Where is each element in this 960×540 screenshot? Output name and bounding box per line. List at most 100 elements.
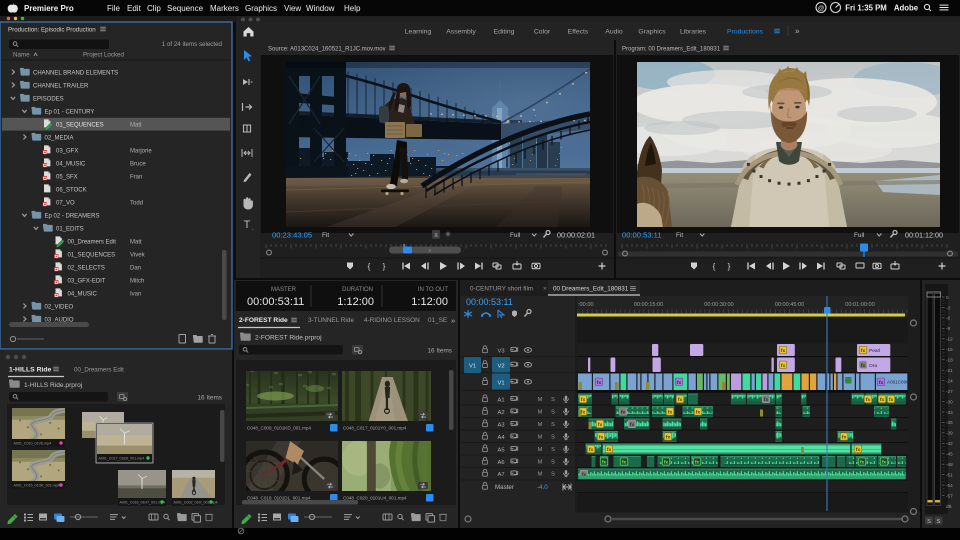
svg-text:Color: Color xyxy=(534,29,551,36)
svg-text:-4.0: -4.0 xyxy=(537,484,548,491)
svg-text:A001_C017_01EK_001.mp4: A001_C017_01EK_001.mp4 xyxy=(99,457,145,461)
svg-text:MASTER: MASTER xyxy=(271,287,297,293)
svg-text:Effects: Effects xyxy=(568,29,589,36)
svg-text:Ora: Ora xyxy=(869,363,877,369)
svg-text:Libraries: Libraries xyxy=(680,29,707,36)
svg-text:S: S xyxy=(551,410,555,416)
svg-text:A001_C010_01VE.mp4: A001_C010_01VE.mp4 xyxy=(14,442,52,446)
svg-text:C048_C020_0101U4_001.mp4: C048_C020_0101U4_001.mp4 xyxy=(343,496,407,501)
svg-text:Premiere Pro: Premiere Pro xyxy=(24,4,74,13)
svg-text:EPISODES: EPISODES xyxy=(33,96,64,102)
svg-text:3-TUNNEL Ride: 3-TUNNEL Ride xyxy=(308,317,354,324)
svg-text:06_STOCK: 06_STOCK xyxy=(56,187,87,193)
svg-text:S: S xyxy=(551,472,555,478)
svg-text:-45: -45 xyxy=(946,452,953,457)
svg-text:Bruce: Bruce xyxy=(130,161,146,167)
svg-text:{: { xyxy=(713,262,716,271)
svg-text:-51: -51 xyxy=(946,472,953,477)
svg-text:S: S xyxy=(551,435,555,441)
svg-text:-48: -48 xyxy=(946,462,953,467)
svg-text:M: M xyxy=(538,422,543,428)
svg-text:-21: -21 xyxy=(946,368,953,373)
svg-text:Ivan: Ivan xyxy=(130,291,141,297)
svg-text:S: S xyxy=(551,460,555,466)
svg-text:V1: V1 xyxy=(497,380,504,386)
svg-text:Vivek: Vivek xyxy=(130,252,146,258)
svg-text:1-HILLS Ride: 1-HILLS Ride xyxy=(9,367,52,374)
svg-text:Assembly: Assembly xyxy=(446,29,476,36)
svg-text:Program: 00 Dreamers_Edit_1808: Program: 00 Dreamers_Edit_180831 xyxy=(622,47,721,53)
svg-text:fx: fx xyxy=(866,397,871,403)
svg-text:fx: fx xyxy=(781,363,786,369)
svg-text:CHANNEL TRAILER: CHANNEL TRAILER xyxy=(33,83,89,89)
svg-text:-42: -42 xyxy=(946,441,953,446)
svg-text:Fran: Fran xyxy=(130,174,142,180)
svg-text:00:01:12:00: 00:01:12:00 xyxy=(905,231,943,240)
svg-text:fx: fx xyxy=(621,410,626,416)
svg-text:M: M xyxy=(538,460,543,466)
svg-text:Todd: Todd xyxy=(130,200,143,206)
svg-text:fx: fx xyxy=(607,447,612,453)
svg-text:07_VO: 07_VO xyxy=(56,200,75,206)
svg-text:00_Dreamers Edit: 00_Dreamers Edit xyxy=(74,367,124,374)
svg-text:01_SEQUENCES: 01_SEQUENCES xyxy=(68,252,116,258)
svg-text:M: M xyxy=(538,397,543,403)
svg-text:{: { xyxy=(368,262,371,271)
svg-text:fx: fx xyxy=(622,460,627,465)
svg-text:03_GFX: 03_GFX xyxy=(56,148,78,154)
svg-text:A1: A1 xyxy=(497,398,504,404)
svg-text:fx: fx xyxy=(599,435,604,441)
svg-text:Help: Help xyxy=(344,4,361,13)
svg-text:CHANNEL BRAND ELEMENTS: CHANNEL BRAND ELEMENTS xyxy=(33,70,118,76)
svg-text:M: M xyxy=(538,472,543,478)
svg-text:1 of 24 items selected: 1 of 24 items selected xyxy=(162,41,223,48)
svg-text:fx: fx xyxy=(664,460,669,465)
svg-text:A4: A4 xyxy=(497,435,505,441)
svg-text:-36: -36 xyxy=(946,420,953,425)
svg-text:0-CENTURY short film: 0-CENTURY short film xyxy=(470,286,533,293)
svg-text:Graphics: Graphics xyxy=(245,4,277,13)
svg-text:Fri 1:35 PM: Fri 1:35 PM xyxy=(845,4,887,13)
svg-text:M: M xyxy=(538,447,543,453)
svg-text:Clip: Clip xyxy=(147,4,161,13)
svg-text:fx: fx xyxy=(889,397,894,403)
svg-text:04_MUSIC: 04_MUSIC xyxy=(68,291,98,297)
svg-text:V1: V1 xyxy=(469,364,476,370)
svg-text:fx: fx xyxy=(668,410,673,416)
svg-text:-39: -39 xyxy=(946,431,953,436)
svg-text:Full: Full xyxy=(510,232,520,239)
svg-text:-9: -9 xyxy=(946,326,951,331)
svg-text:Production: Episodic Productio: Production: Episodic Production xyxy=(8,27,96,34)
svg-text:fx: fx xyxy=(695,460,700,465)
svg-text:@: @ xyxy=(818,5,825,12)
svg-text:1-HILLS Ride.prproj: 1-HILLS Ride.prproj xyxy=(24,382,83,389)
svg-text:≡: ≡ xyxy=(429,249,432,255)
svg-text:-33: -33 xyxy=(946,410,953,415)
svg-text:fx: fx xyxy=(861,363,866,369)
svg-text:16 Items: 16 Items xyxy=(427,348,452,355)
svg-text:Ep 01 - CENTURY: Ep 01 - CENTURY xyxy=(45,109,95,115)
svg-text:00:00:53:11: 00:00:53:11 xyxy=(622,231,662,240)
svg-text:fx: fx xyxy=(597,380,602,386)
svg-text:04_MUSIC: 04_MUSIC xyxy=(56,161,86,167)
svg-text:Fit: Fit xyxy=(676,232,683,239)
svg-text:fx: fx xyxy=(861,348,866,354)
svg-text:03_GFX-EDIT: 03_GFX-EDIT xyxy=(68,278,106,284)
svg-text:S: S xyxy=(551,422,555,428)
svg-text:-57: -57 xyxy=(946,493,953,498)
svg-text:fx: fx xyxy=(856,447,861,453)
svg-text:-3: -3 xyxy=(946,305,951,310)
svg-text:Learning: Learning xyxy=(405,29,432,36)
svg-text:A001C006: A001C006 xyxy=(887,380,909,385)
svg-text:00:23:43:05: 00:23:43:05 xyxy=(272,231,312,240)
svg-text:fx: fx xyxy=(696,410,701,416)
svg-text:fx: fx xyxy=(581,410,586,416)
svg-text:02_MEDIA: 02_MEDIA xyxy=(45,135,74,141)
svg-text:fx: fx xyxy=(598,422,603,428)
svg-text:fx: fx xyxy=(630,422,635,428)
svg-text:A7: A7 xyxy=(497,472,504,478)
svg-text:Name: Name xyxy=(13,52,30,59)
svg-text:fx: fx xyxy=(677,380,682,386)
svg-text:02_SELECTS: 02_SELECTS xyxy=(68,265,105,271)
svg-text:2-FOREST Ride: 2-FOREST Ride xyxy=(239,317,288,324)
